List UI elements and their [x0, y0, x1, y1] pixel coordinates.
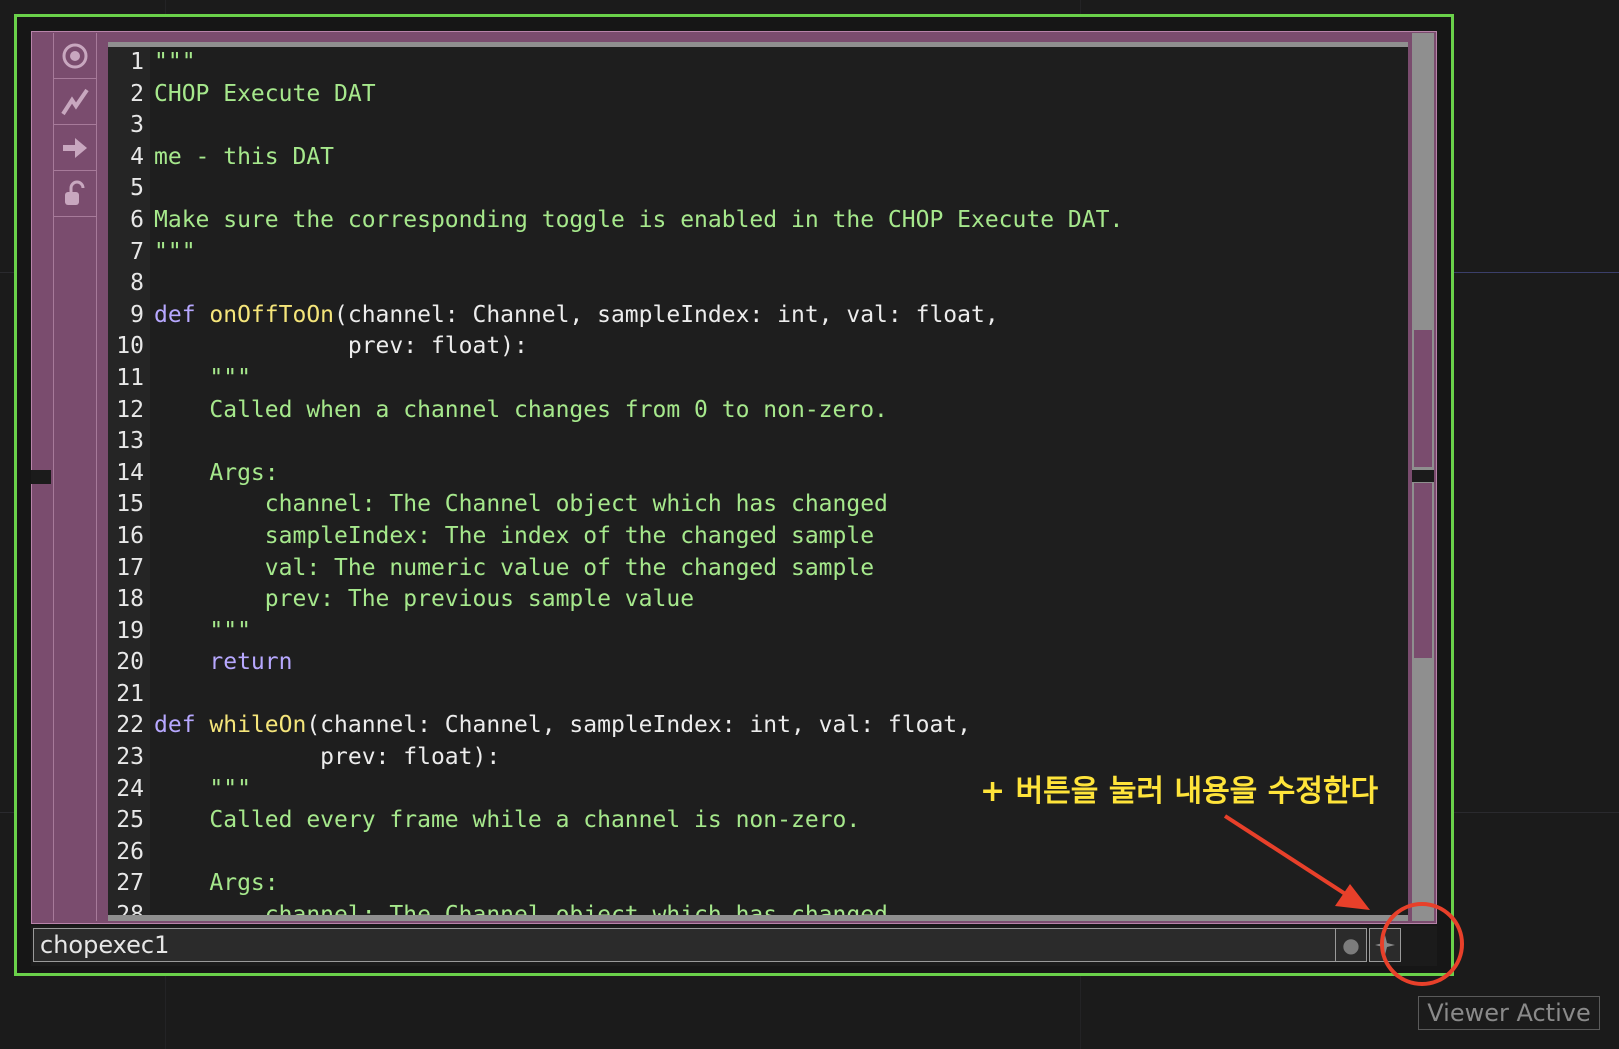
annotation-arrowhead	[1335, 884, 1370, 910]
viewer-active-badge: Viewer Active	[1418, 996, 1600, 1030]
annotation-arrow	[1223, 814, 1352, 899]
annotation-overlay	[1223, 814, 1464, 986]
annotation-circle	[1380, 902, 1464, 986]
